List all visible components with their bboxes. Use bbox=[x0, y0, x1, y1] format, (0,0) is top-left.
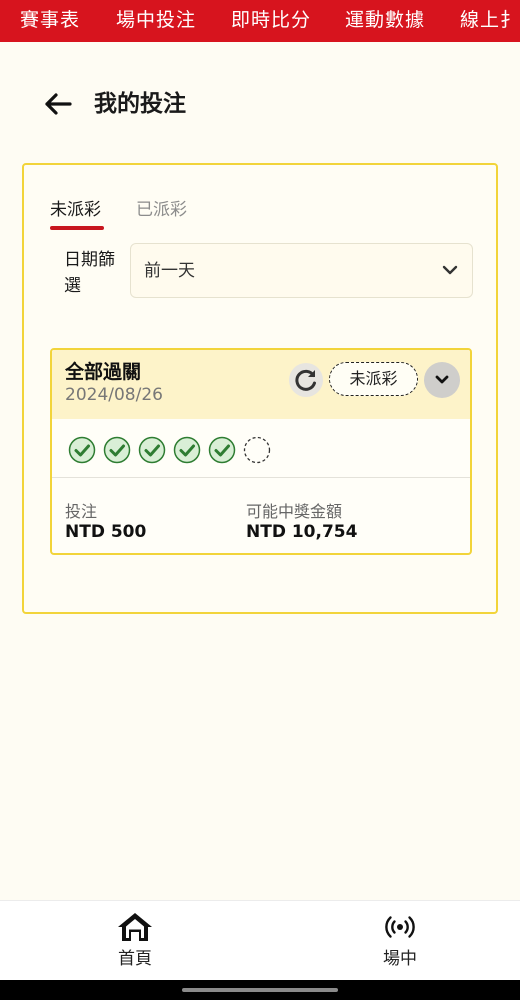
bottom-nav: 首頁 場中 bbox=[0, 900, 520, 980]
leg-won-check-icon bbox=[173, 436, 201, 464]
date-filter-value: 前一天 bbox=[144, 261, 195, 281]
home-icon bbox=[118, 913, 152, 941]
bottom-nav-live-label: 場中 bbox=[383, 949, 417, 969]
leg-won-check-icon bbox=[68, 436, 96, 464]
bet-card[interactable]: 全部過關 2024/08/26 未派彩 投注 NTD 500 可能中獎金額 NT… bbox=[50, 348, 472, 555]
chevron-down-icon bbox=[435, 375, 449, 384]
refresh-button[interactable] bbox=[289, 363, 323, 397]
date-filter-select[interactable]: 前一天 bbox=[130, 243, 473, 298]
live-broadcast-icon bbox=[385, 916, 415, 938]
chevron-down-icon bbox=[442, 265, 458, 275]
top-nav-tab-sports-stats[interactable]: 運動數據 bbox=[345, 0, 425, 42]
system-navigation-bar bbox=[0, 980, 520, 1000]
potential-win-value: NTD 10,754 bbox=[246, 522, 358, 542]
stake-value: NTD 500 bbox=[65, 522, 147, 542]
back-arrow-icon[interactable] bbox=[40, 86, 76, 122]
top-nav-tab-live-betting[interactable]: 場中投注 bbox=[116, 0, 196, 42]
leg-won-check-icon bbox=[103, 436, 131, 464]
bet-type: 全部過關 bbox=[65, 361, 142, 383]
active-tab-indicator bbox=[50, 226, 104, 230]
bets-panel: 未派彩 已派彩 日期篩選 前一天 全部過關 2024/08/26 未派彩 投注 … bbox=[22, 163, 498, 614]
tab-settled[interactable]: 已派彩 bbox=[136, 199, 187, 221]
status-badge: 未派彩 bbox=[329, 362, 418, 396]
home-indicator[interactable] bbox=[182, 988, 338, 992]
bottom-nav-home-label: 首頁 bbox=[118, 949, 152, 969]
bottom-nav-home[interactable]: 首頁 bbox=[75, 901, 195, 981]
divider bbox=[52, 477, 470, 478]
stake-label: 投注 bbox=[65, 502, 98, 521]
date-filter-label: 日期篩選 bbox=[64, 250, 115, 296]
top-nav-tab-online[interactable]: 線上扌 bbox=[460, 0, 520, 42]
top-nav-tab-schedule[interactable]: 賽事表 bbox=[20, 0, 80, 42]
page-title: 我的投注 bbox=[94, 91, 186, 117]
top-nav: 賽事表 場中投注 即時比分 運動數據 線上扌 bbox=[0, 0, 520, 42]
leg-pending-icon bbox=[243, 436, 271, 464]
bottom-nav-live[interactable]: 場中 bbox=[340, 901, 460, 981]
top-nav-tab-live-scores[interactable]: 即時比分 bbox=[231, 0, 311, 42]
potential-win-label: 可能中獎金額 bbox=[246, 502, 343, 521]
leg-won-check-icon bbox=[138, 436, 166, 464]
refresh-icon bbox=[295, 369, 316, 391]
bet-card-header: 全部過關 2024/08/26 未派彩 bbox=[52, 350, 470, 419]
expand-button[interactable] bbox=[424, 362, 460, 398]
tab-unsettled[interactable]: 未派彩 bbox=[50, 199, 101, 221]
bet-date: 2024/08/26 bbox=[65, 385, 163, 405]
leg-won-check-icon bbox=[208, 436, 236, 464]
